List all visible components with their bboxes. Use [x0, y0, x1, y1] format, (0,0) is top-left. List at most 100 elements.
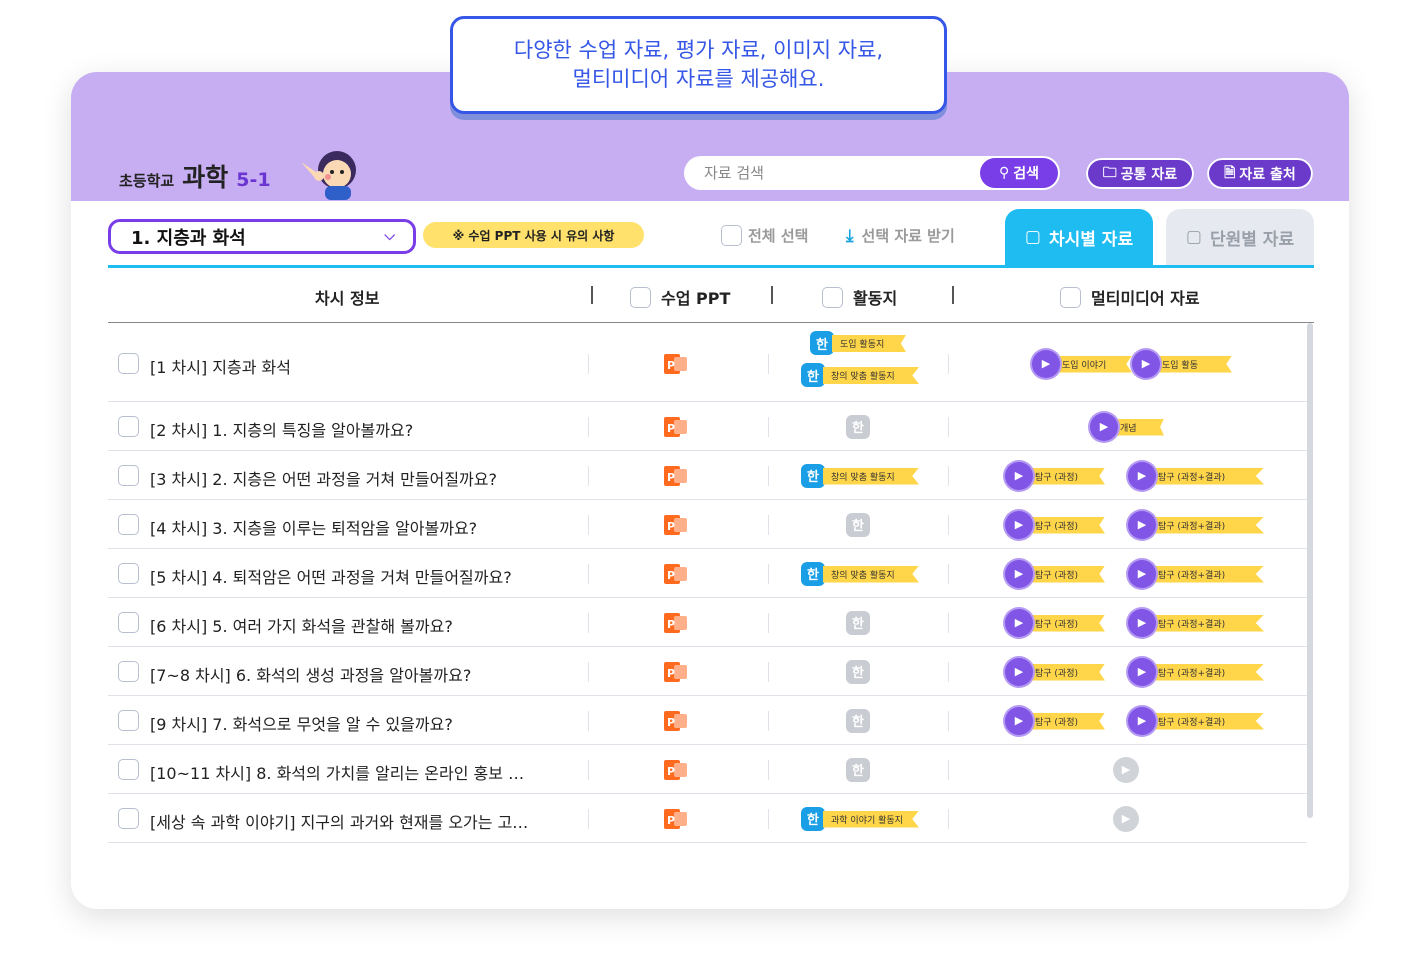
scrollbar[interactable] [1307, 323, 1313, 818]
media-label[interactable]: 탐구 (과정+결과) [1146, 516, 1264, 534]
cell-divider [948, 514, 949, 535]
worksheet-label[interactable]: 과학 이야기 활동지 [823, 810, 919, 828]
play-icon[interactable]: ▶ [1005, 608, 1033, 637]
hwp-worksheet-icon[interactable]: 한 [801, 363, 825, 387]
lesson-title[interactable]: [1 차시] 지층과 화석 [150, 354, 530, 378]
hwp-worksheet-icon[interactable]: 한 [810, 331, 834, 355]
row-checkbox[interactable] [118, 758, 139, 780]
cell-divider [948, 759, 949, 780]
column-worksheet-label: 활동지 [853, 289, 898, 308]
powerpoint-icon[interactable]: P [664, 352, 688, 376]
row-checkbox[interactable] [118, 464, 139, 486]
row-checkbox[interactable] [118, 709, 139, 731]
table-row: [4 차시] 3. 지층을 이루는 퇴적암을 알아볼까요? P 한 탐구 (과정) ▶ 탐… [108, 500, 1307, 549]
select-all-checkbox[interactable] [721, 225, 742, 246]
download-selected-button[interactable]: ⤓ 선택 자료 받기 [846, 225, 955, 246]
media-label[interactable]: 도입 이야기 [1050, 355, 1132, 373]
media-label[interactable]: 탐구 (과정+결과) [1146, 467, 1264, 485]
powerpoint-icon[interactable]: P [664, 513, 688, 537]
hwp-worksheet-icon[interactable]: 한 [801, 806, 825, 831]
worksheet-label[interactable]: 창의 맞춤 활동지 [823, 367, 919, 384]
worksheet-label[interactable]: 창의 맞춤 활동지 [823, 565, 919, 583]
lesson-title[interactable]: [4 차시] 3. 지층을 이루는 퇴적암을 알아볼까요? [150, 515, 530, 539]
row-checkbox[interactable] [118, 415, 139, 437]
table-row: [9 차시] 7. 화석으로 무엇을 알 수 있을까요? P 한 탐구 (과정) ▶ 탐구… [108, 696, 1307, 745]
lesson-title[interactable]: [7~8 차시] 6. 화석의 생성 과정을 알아볼까요? [150, 662, 530, 686]
lesson-title[interactable]: [10~11 차시] 8. 화석의 가치를 알리는 온라인 홍보 콘텐… [150, 760, 530, 784]
play-icon[interactable]: ▶ [1005, 706, 1033, 735]
cell-divider [768, 661, 769, 682]
select-all-label: 전체 선택 [748, 227, 809, 245]
media-label[interactable]: 탐구 (과정+결과) [1146, 712, 1264, 730]
media-label[interactable]: 탐구 (과정+결과) [1146, 663, 1264, 681]
table-row: [1 차시] 지층과 화석 P 한 도입 활동지 한 창의 맞춤 활동지 도입 이야기 ▶ 도입… [108, 325, 1307, 402]
download-selected-label: 선택 자료 받기 [861, 227, 955, 245]
lesson-title[interactable]: [6 차시] 5. 여러 가지 화석을 관찰해 볼까요? [150, 613, 530, 637]
media-label[interactable]: 탐구 (과정) [1023, 663, 1105, 681]
lesson-title[interactable]: [5 차시] 4. 퇴적암은 어떤 과정을 거쳐 만들어질까요? [150, 564, 530, 588]
select-all[interactable]: 전체 선택 [721, 225, 808, 246]
row-checkbox[interactable] [118, 807, 139, 829]
table-row: [6 차시] 5. 여러 가지 화석을 관찰해 볼까요? P 한 탐구 (과정) ▶ 탐구… [108, 598, 1307, 647]
play-icon[interactable]: ▶ [1128, 559, 1156, 588]
row-checkbox[interactable] [118, 660, 139, 682]
play-icon[interactable]: ▶ [1005, 559, 1033, 588]
lesson-title[interactable]: [9 차시] 7. 화석으로 무엇을 알 수 있을까요? [150, 711, 530, 735]
svg-text:P: P [667, 471, 675, 484]
svg-text:P: P [667, 765, 675, 778]
play-icon[interactable]: ▶ [1128, 461, 1156, 490]
lesson-title[interactable]: [2 차시] 1. 지층의 특징을 알아볼까요? [150, 417, 530, 441]
table-row: [10~11 차시] 8. 화석의 가치를 알리는 온라인 홍보 콘텐… P 한 ▶ [108, 745, 1307, 794]
media-label[interactable]: 탐구 (과정) [1023, 712, 1105, 730]
powerpoint-icon[interactable]: P [664, 464, 688, 488]
unit-dropdown[interactable]: 1. 지층과 화석 ⌵ [108, 219, 416, 254]
play-icon[interactable]: ▶ [1128, 657, 1156, 686]
powerpoint-icon[interactable]: P [664, 758, 688, 782]
row-checkbox[interactable] [118, 611, 139, 633]
lesson-title[interactable]: [세상 속 과학 이야기] 지구의 과거와 현재를 오가는 고생… [150, 809, 530, 833]
media-label[interactable]: 탐구 (과정+결과) [1146, 565, 1264, 583]
play-icon[interactable]: ▶ [1132, 349, 1160, 378]
row-checkbox[interactable] [118, 562, 139, 584]
table-row: [2 차시] 1. 지층의 특징을 알아볼까요? P 한 개념 ▶ [108, 402, 1307, 451]
powerpoint-icon[interactable]: P [664, 709, 688, 733]
play-icon[interactable]: ▶ [1090, 412, 1118, 441]
hwp-worksheet-icon[interactable]: 한 [801, 463, 825, 488]
tab-by-lesson-label: 차시별 자료 [1048, 229, 1134, 250]
worksheet-column-checkbox[interactable] [822, 286, 843, 308]
ppt-notice-button[interactable]: ※ 수업 PPT 사용 시 유의 사항 [423, 222, 644, 248]
powerpoint-icon[interactable]: P [664, 562, 688, 586]
media-label[interactable]: 탐구 (과정) [1023, 467, 1105, 485]
worksheet-label[interactable]: 도입 활동지 [832, 335, 906, 352]
multimedia-column-checkbox[interactable] [1060, 286, 1081, 308]
play-icon[interactable]: ▶ [1128, 510, 1156, 539]
play-icon[interactable]: ▶ [1032, 349, 1060, 378]
play-icon[interactable]: ▶ [1005, 657, 1033, 686]
worksheet-label[interactable]: 창의 맞춤 활동지 [823, 467, 919, 485]
play-icon[interactable]: ▶ [1005, 461, 1033, 490]
media-label[interactable]: 탐구 (과정) [1023, 565, 1105, 583]
row-checkbox[interactable] [118, 513, 139, 535]
powerpoint-icon[interactable]: P [664, 611, 688, 635]
media-label[interactable]: 탐구 (과정+결과) [1146, 614, 1264, 632]
lesson-title[interactable]: [3 차시] 2. 지층은 어떤 과정을 거쳐 만들어질까요? [150, 466, 530, 490]
media-label[interactable]: 탐구 (과정) [1023, 516, 1105, 534]
play-icon[interactable]: ▶ [1005, 510, 1033, 539]
tab-by-unit[interactable]: ▢ 단원별 자료 [1166, 209, 1314, 265]
cell-divider [768, 563, 769, 584]
common-materials-button[interactable]: 🗀 공통 자료 [1086, 158, 1194, 189]
row-checkbox[interactable] [118, 352, 139, 374]
play-icon[interactable]: ▶ [1128, 608, 1156, 637]
material-source-button[interactable]: 🗎 자료 출처 [1207, 158, 1313, 189]
media-label[interactable]: 도입 활동 [1150, 355, 1232, 373]
search-button[interactable]: ⚲ 검색 [980, 158, 1058, 188]
hwp-worksheet-icon[interactable]: 한 [801, 561, 825, 586]
ppt-column-checkbox[interactable] [630, 286, 651, 308]
powerpoint-icon[interactable]: P [664, 807, 688, 831]
play-icon[interactable]: ▶ [1128, 706, 1156, 735]
tab-by-lesson[interactable]: ▢ 차시별 자료 [1005, 209, 1153, 265]
powerpoint-icon[interactable]: P [664, 415, 688, 439]
media-label[interactable]: 탐구 (과정) [1023, 614, 1105, 632]
powerpoint-icon[interactable]: P [664, 660, 688, 684]
search-input[interactable] [684, 156, 974, 190]
